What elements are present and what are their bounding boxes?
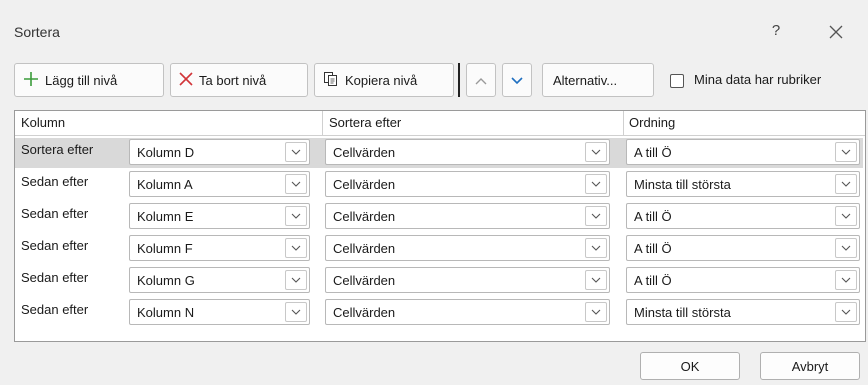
row-label: Sedan efter [21,174,89,189]
row-label: Sedan efter [21,206,89,221]
chevron-down-icon[interactable] [585,302,607,322]
chevron-down-icon[interactable] [835,142,857,162]
options-label: Alternativ... [553,72,618,88]
column-select[interactable]: Kolumn A [129,171,310,197]
delete-x-icon [179,71,193,89]
chevron-down-icon[interactable] [585,174,607,194]
column-select-value: Kolumn G [137,273,195,288]
sort-on-select[interactable]: Cellvärden [325,139,610,165]
header-divider [623,111,624,135]
order-value: Minsta till största [634,177,731,192]
sort-on-value: Cellvärden [333,305,396,320]
order-select[interactable]: A till Ö [626,139,860,165]
column-header-sort-on: Sortera efter [329,115,402,130]
sort-on-value: Cellvärden [333,273,396,288]
chevron-down-icon[interactable] [835,302,857,322]
column-select-value: Kolumn D [137,145,195,160]
sort-on-value: Cellvärden [333,241,396,256]
options-button[interactable]: Alternativ... [542,63,654,97]
order-select[interactable]: A till Ö [626,267,860,293]
column-select[interactable]: Kolumn N [129,299,310,325]
chevron-down-icon[interactable] [285,206,307,226]
sort-levels-grid: Kolumn Sortera efter Ordning Sortera eft… [14,110,866,342]
order-value: A till Ö [634,209,672,224]
chevron-down-icon[interactable] [835,206,857,226]
sort-on-select[interactable]: Cellvärden [325,203,610,229]
copy-level-button[interactable]: Kopiera nivå [314,63,454,97]
sort-on-value: Cellvärden [333,177,396,192]
column-header-kolumn: Kolumn [21,115,66,130]
toolbar-separator [458,63,460,97]
chevron-down-icon[interactable] [585,270,607,290]
sort-on-value: Cellvärden [333,145,396,160]
has-headers-checkbox[interactable] [670,74,684,88]
chevron-up-icon [475,73,487,88]
column-select-value: Kolumn A [137,177,193,192]
add-level-label: Lägg till nivå [45,72,118,88]
column-select[interactable]: Kolumn F [129,235,310,261]
order-select[interactable]: Minsta till största [626,299,860,325]
close-icon[interactable] [824,20,848,44]
chevron-down-icon[interactable] [285,142,307,162]
column-select-value: Kolumn N [137,305,195,320]
delete-level-label: Ta bort nivå [199,72,267,88]
title-bar: Sortera ? [0,0,868,52]
order-value: A till Ö [634,145,672,160]
header-divider [322,111,323,135]
column-select-value: Kolumn F [137,241,193,256]
chevron-down-icon [511,73,523,88]
order-value: A till Ö [634,273,672,288]
row-label: Sedan efter [21,302,89,317]
chevron-down-icon[interactable] [585,238,607,258]
column-select[interactable]: Kolumn D [129,139,310,165]
chevron-down-icon[interactable] [835,270,857,290]
sort-on-select[interactable]: Cellvärden [325,235,610,261]
header-underline [15,135,865,136]
cancel-button[interactable]: Avbryt [760,352,860,380]
order-value: A till Ö [634,241,672,256]
order-value: Minsta till största [634,305,731,320]
question-mark-icon[interactable]: ? [768,22,784,39]
delete-level-button[interactable]: Ta bort nivå [170,63,308,97]
cancel-label: Avbryt [791,358,829,374]
sort-on-value: Cellvärden [333,209,396,224]
order-select[interactable]: A till Ö [626,235,860,261]
order-select[interactable]: Minsta till största [626,171,860,197]
sort-on-select[interactable]: Cellvärden [325,267,610,293]
row-label: Sedan efter [21,270,89,285]
copy-level-label: Kopiera nivå [345,72,418,88]
chevron-down-icon[interactable] [835,238,857,258]
plus-icon [23,71,39,90]
chevron-down-icon[interactable] [285,270,307,290]
move-up-button[interactable] [466,63,496,97]
row-label: Sedan efter [21,238,89,253]
chevron-down-icon[interactable] [285,302,307,322]
column-select[interactable]: Kolumn G [129,267,310,293]
chevron-down-icon[interactable] [835,174,857,194]
sort-on-select[interactable]: Cellvärden [325,299,610,325]
move-down-button[interactable] [502,63,532,97]
row-label: Sortera efter [21,142,94,157]
sort-on-select[interactable]: Cellvärden [325,171,610,197]
ok-label: OK [680,358,700,374]
add-level-button[interactable]: Lägg till nivå [14,63,164,97]
dialog-title: Sortera [14,24,60,40]
order-select[interactable]: A till Ö [626,203,860,229]
chevron-down-icon[interactable] [585,142,607,162]
ok-button[interactable]: OK [640,352,740,380]
column-select[interactable]: Kolumn E [129,203,310,229]
chevron-down-icon[interactable] [285,238,307,258]
column-header-order: Ordning [629,115,676,130]
chevron-down-icon[interactable] [585,206,607,226]
chevron-down-icon[interactable] [285,174,307,194]
has-headers-label[interactable]: Mina data har rubriker [694,72,821,87]
copy-icon [323,71,339,90]
column-select-value: Kolumn E [137,209,194,224]
